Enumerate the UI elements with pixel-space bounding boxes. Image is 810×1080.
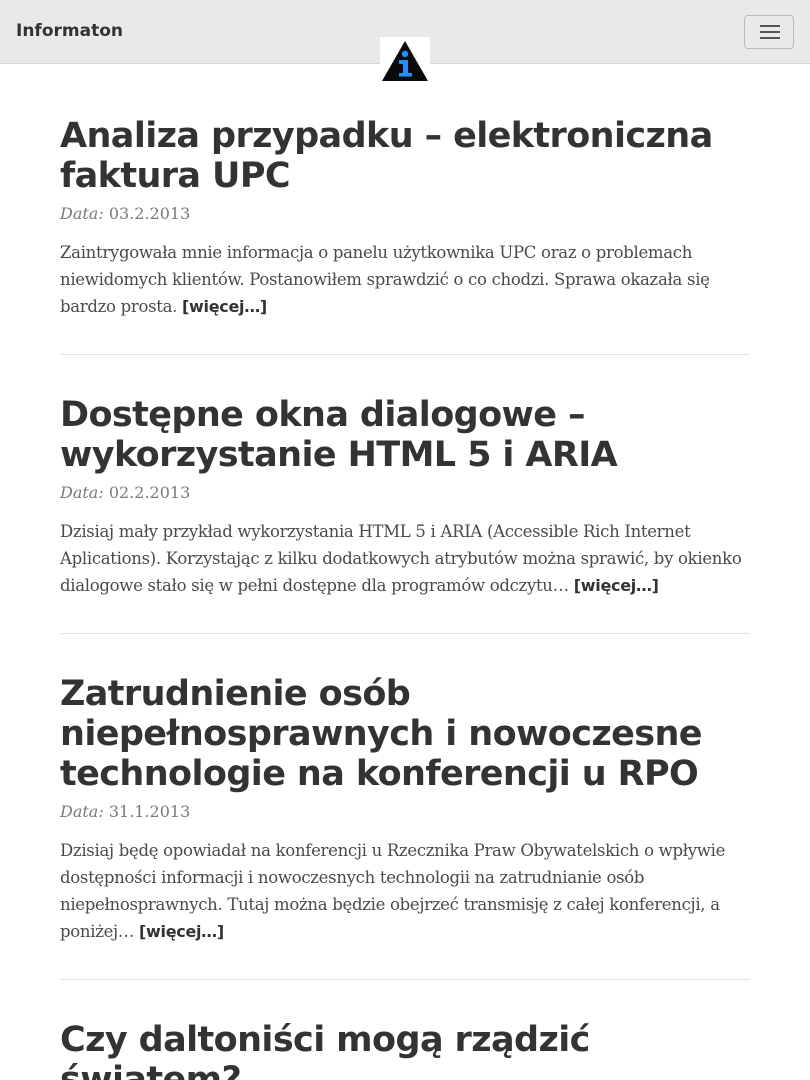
article-item: Dostępne okna dialogowe – wykorzystanie … bbox=[60, 389, 750, 599]
info-triangle-icon[interactable] bbox=[380, 37, 430, 83]
read-more-link[interactable]: [więcej…] bbox=[574, 576, 659, 595]
excerpt-text: Zaintrygowała mnie informacja o panelu u… bbox=[60, 243, 710, 316]
article-title: Zatrudnienie osób niepełnosprawnych i no… bbox=[60, 674, 750, 794]
article-title: Analiza przypadku – elektroniczna faktur… bbox=[60, 116, 750, 196]
article-title: Dostępne okna dialogowe – wykorzystanie … bbox=[60, 395, 750, 475]
date-label: Data: bbox=[60, 802, 104, 821]
article-title-link[interactable]: Czy daltoniści mogą rządzić światem? bbox=[60, 1020, 590, 1080]
article-list: Analiza przypadku – elektroniczna faktur… bbox=[60, 110, 750, 1080]
article-title-link[interactable]: Dostępne okna dialogowe – wykorzystanie … bbox=[60, 395, 618, 475]
date-label: Data: bbox=[60, 483, 104, 502]
article-date: Data: 02.2.2013 bbox=[60, 483, 750, 503]
read-more-link[interactable]: [więcej…] bbox=[139, 922, 224, 941]
date-value: 03.2.2013 bbox=[108, 204, 191, 223]
article-date: Data: 31.1.2013 bbox=[60, 802, 750, 822]
article-excerpt: Zaintrygowała mnie informacja o panelu u… bbox=[60, 239, 750, 320]
article-item: Czy daltoniści mogą rządzić światem? bbox=[60, 1014, 750, 1080]
date-value: 31.1.2013 bbox=[108, 802, 191, 821]
article-divider bbox=[60, 633, 750, 634]
brand-link[interactable]: Informaton bbox=[16, 20, 123, 42]
date-value: 02.2.2013 bbox=[108, 483, 191, 502]
article-item: Analiza przypadku – elektroniczna faktur… bbox=[60, 110, 750, 320]
article-title: Czy daltoniści mogą rządzić światem? bbox=[60, 1020, 750, 1080]
article-item: Zatrudnienie osób niepełnosprawnych i no… bbox=[60, 668, 750, 945]
article-divider bbox=[60, 979, 750, 980]
article-date: Data: 03.2.2013 bbox=[60, 204, 750, 224]
article-title-link[interactable]: Analiza przypadku – elektroniczna faktur… bbox=[60, 116, 713, 196]
date-label: Data: bbox=[60, 204, 104, 223]
read-more-link[interactable]: [więcej…] bbox=[182, 297, 267, 316]
menu-toggle-button[interactable] bbox=[744, 15, 794, 49]
article-title-link[interactable]: Zatrudnienie osób niepełnosprawnych i no… bbox=[60, 674, 703, 794]
hamburger-menu-icon bbox=[760, 25, 780, 27]
article-divider bbox=[60, 354, 750, 355]
article-excerpt: Dzisiaj będę opowiadał na konferencji u … bbox=[60, 837, 750, 945]
article-excerpt: Dzisiaj mały przykład wykorzystania HTML… bbox=[60, 518, 750, 599]
